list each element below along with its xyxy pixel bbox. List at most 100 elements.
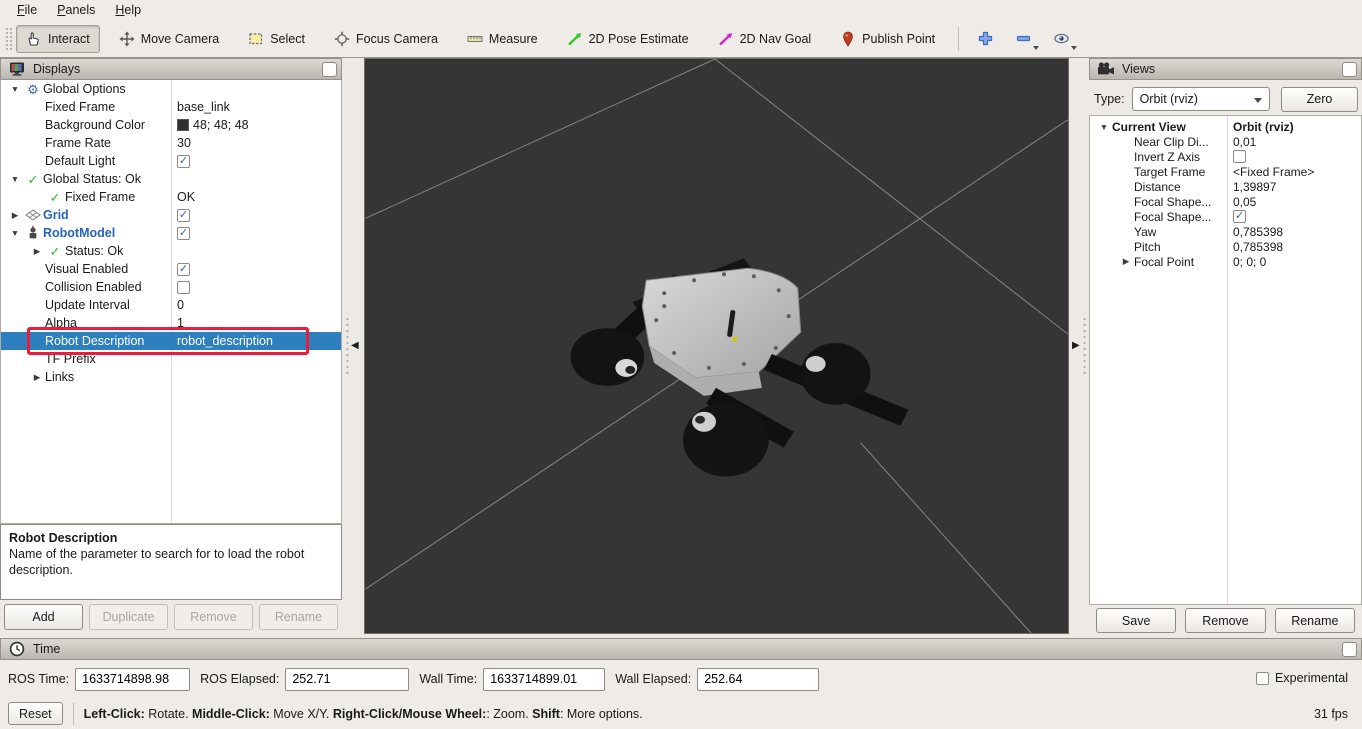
property-checkbox[interactable]: ✓ (177, 227, 190, 240)
expander-down-icon[interactable]: ▼ (7, 174, 23, 184)
property-row-status-ok[interactable]: ▶✓Status: Ok (1, 242, 341, 260)
color-swatch[interactable] (177, 119, 189, 131)
property-row-default-light[interactable]: Default Light✓ (1, 152, 341, 170)
property-checkbox[interactable]: ✓ (177, 155, 190, 168)
tool-remove-tool-minus[interactable] (1007, 24, 1041, 53)
reset-button[interactable]: Reset (8, 702, 63, 725)
property-row-focal-shape[interactable]: Focal Shape...✓ (1090, 209, 1361, 224)
right-splitter[interactable]: ▶ (1069, 58, 1091, 634)
check-icon: ✓ (45, 245, 65, 258)
expander-down-icon[interactable]: ▼ (7, 228, 23, 238)
property-row-collision-enabled[interactable]: Collision Enabled (1, 278, 341, 296)
property-row-pitch[interactable]: Pitch0,785398 (1090, 239, 1361, 254)
property-row-invert-z-axis[interactable]: Invert Z Axis (1090, 149, 1361, 164)
expander-right-icon[interactable]: ▶ (29, 246, 45, 257)
interact-hand-icon (26, 31, 43, 47)
menu-panels[interactable]: Panels (48, 2, 104, 18)
displays-monitor-icon (7, 61, 27, 77)
tool-interact[interactable]: Interact (16, 25, 100, 53)
add-button[interactable]: Add (4, 604, 83, 630)
time-field-input[interactable] (483, 668, 605, 691)
tool-measure[interactable]: Measure (457, 25, 548, 53)
time-float-button[interactable] (1342, 642, 1357, 657)
property-checkbox[interactable] (177, 281, 190, 294)
property-row-focal-point[interactable]: ▶Focal Point0; 0; 0 (1090, 254, 1361, 269)
tool-add-tool-plus[interactable] (969, 24, 1003, 53)
zero-button[interactable]: Zero (1281, 87, 1358, 112)
remove-button[interactable]: Remove (1185, 608, 1265, 633)
rename-button[interactable]: Rename (1275, 608, 1355, 633)
expander-right-icon[interactable]: ▶ (1118, 256, 1134, 267)
property-row-frame-rate[interactable]: Frame Rate30 (1, 134, 341, 152)
time-field-input[interactable] (75, 668, 190, 691)
property-checkbox[interactable]: ✓ (177, 263, 190, 276)
experimental-checkbox[interactable] (1256, 672, 1269, 685)
property-row-global-options[interactable]: ▼⚙Global Options (1, 80, 341, 98)
expander-down-icon[interactable]: ▼ (1096, 122, 1112, 132)
property-value: 0,785398 (1233, 225, 1283, 239)
time-field-input[interactable] (697, 668, 819, 691)
collapse-left-arrow-icon[interactable]: ◀ (351, 340, 359, 351)
views-camera-icon (1096, 62, 1116, 76)
property-row-alpha[interactable]: Alpha1 (1, 314, 341, 332)
time-field-label: Wall Time: (419, 672, 477, 686)
property-row-fixed-frame[interactable]: Fixed Framebase_link (1, 98, 341, 116)
property-checkbox[interactable]: ✓ (177, 209, 190, 222)
expander-right-icon[interactable]: ▶ (29, 372, 45, 383)
left-splitter[interactable]: ◀ (342, 58, 364, 634)
time-panel-titlebar[interactable]: Time (0, 638, 1362, 660)
property-row-links[interactable]: ▶Links (1, 368, 341, 386)
expander-right-icon[interactable]: ▶ (7, 210, 23, 221)
3d-scene (365, 59, 1068, 633)
property-row-global-status-ok[interactable]: ▼✓Global Status: Ok (1, 170, 341, 188)
time-field-input[interactable] (285, 668, 409, 691)
tool-focus-camera[interactable]: Focus Camera (324, 25, 448, 53)
tool-publish-point[interactable]: Publish Point (830, 25, 945, 53)
view-type-select[interactable]: Orbit (rviz) (1132, 87, 1270, 111)
displays-float-button[interactable] (322, 62, 337, 77)
rename-button[interactable]: Rename (259, 604, 338, 630)
property-label: Robot Description (45, 334, 144, 348)
tool-label: 2D Pose Estimate (589, 32, 689, 46)
property-row-background-color[interactable]: Background Color48; 48; 48 (1, 116, 341, 134)
menu-file[interactable]: File (8, 2, 46, 18)
collapse-right-arrow-icon[interactable]: ▶ (1072, 340, 1080, 351)
property-row-target-frame[interactable]: Target Frame<Fixed Frame> (1090, 164, 1361, 179)
property-row-robotmodel[interactable]: ▼RobotModel✓ (1, 224, 341, 242)
displays-panel-titlebar[interactable]: Displays (0, 58, 342, 80)
property-row-grid[interactable]: ▶ Grid ✓ (1, 206, 341, 224)
views-panel-titlebar[interactable]: Views (1089, 58, 1362, 80)
property-row-visual-enabled[interactable]: Visual Enabled✓ (1, 260, 341, 278)
help-segment: Middle-Click: (192, 707, 270, 721)
duplicate-button[interactable]: Duplicate (89, 604, 168, 630)
property-row-focal-shape[interactable]: Focal Shape...0,05 (1090, 194, 1361, 209)
tool-tool-visibility-eye[interactable] (1045, 24, 1079, 53)
property-row-near-clip-di[interactable]: Near Clip Di...0,01 (1090, 134, 1361, 149)
views-float-button[interactable] (1342, 62, 1357, 77)
help-segment: : Zoom. (486, 707, 532, 721)
remove-button[interactable]: Remove (174, 604, 253, 630)
property-checkbox[interactable] (1233, 150, 1246, 163)
menu-label: elp (124, 3, 141, 17)
property-row-robot-description[interactable]: Robot Description robot_description (1, 332, 341, 350)
tool-label: Focus Camera (356, 32, 438, 46)
property-label: Grid (43, 208, 69, 222)
property-row-fixed-frame[interactable]: ✓Fixed FrameOK (1, 188, 341, 206)
property-checkbox[interactable]: ✓ (1233, 210, 1246, 223)
property-row-distance[interactable]: Distance1,39897 (1090, 179, 1361, 194)
tool-2d-nav-goal[interactable]: 2D Nav Goal (708, 25, 822, 53)
property-row-tf-prefix[interactable]: TF Prefix (1, 350, 341, 368)
expander-down-icon[interactable]: ▼ (7, 84, 23, 94)
save-button[interactable]: Save (1096, 608, 1176, 633)
robot-icon (23, 226, 43, 241)
tool-move-camera[interactable]: Move Camera (109, 25, 230, 53)
tool-select[interactable]: Select (238, 25, 315, 53)
property-row-yaw[interactable]: Yaw0,785398 (1090, 224, 1361, 239)
property-row-current-view[interactable]: ▼Current ViewOrbit (rviz) (1090, 119, 1361, 134)
toolbar-drag-handle[interactable] (4, 26, 12, 52)
property-row-update-interval[interactable]: Update Interval0 (1, 296, 341, 314)
3d-viewport[interactable] (364, 58, 1069, 634)
property-value: robot_description (177, 334, 273, 348)
tool-2d-pose-estimate[interactable]: 2D Pose Estimate (557, 25, 699, 53)
menu-help[interactable]: Help (106, 2, 150, 18)
